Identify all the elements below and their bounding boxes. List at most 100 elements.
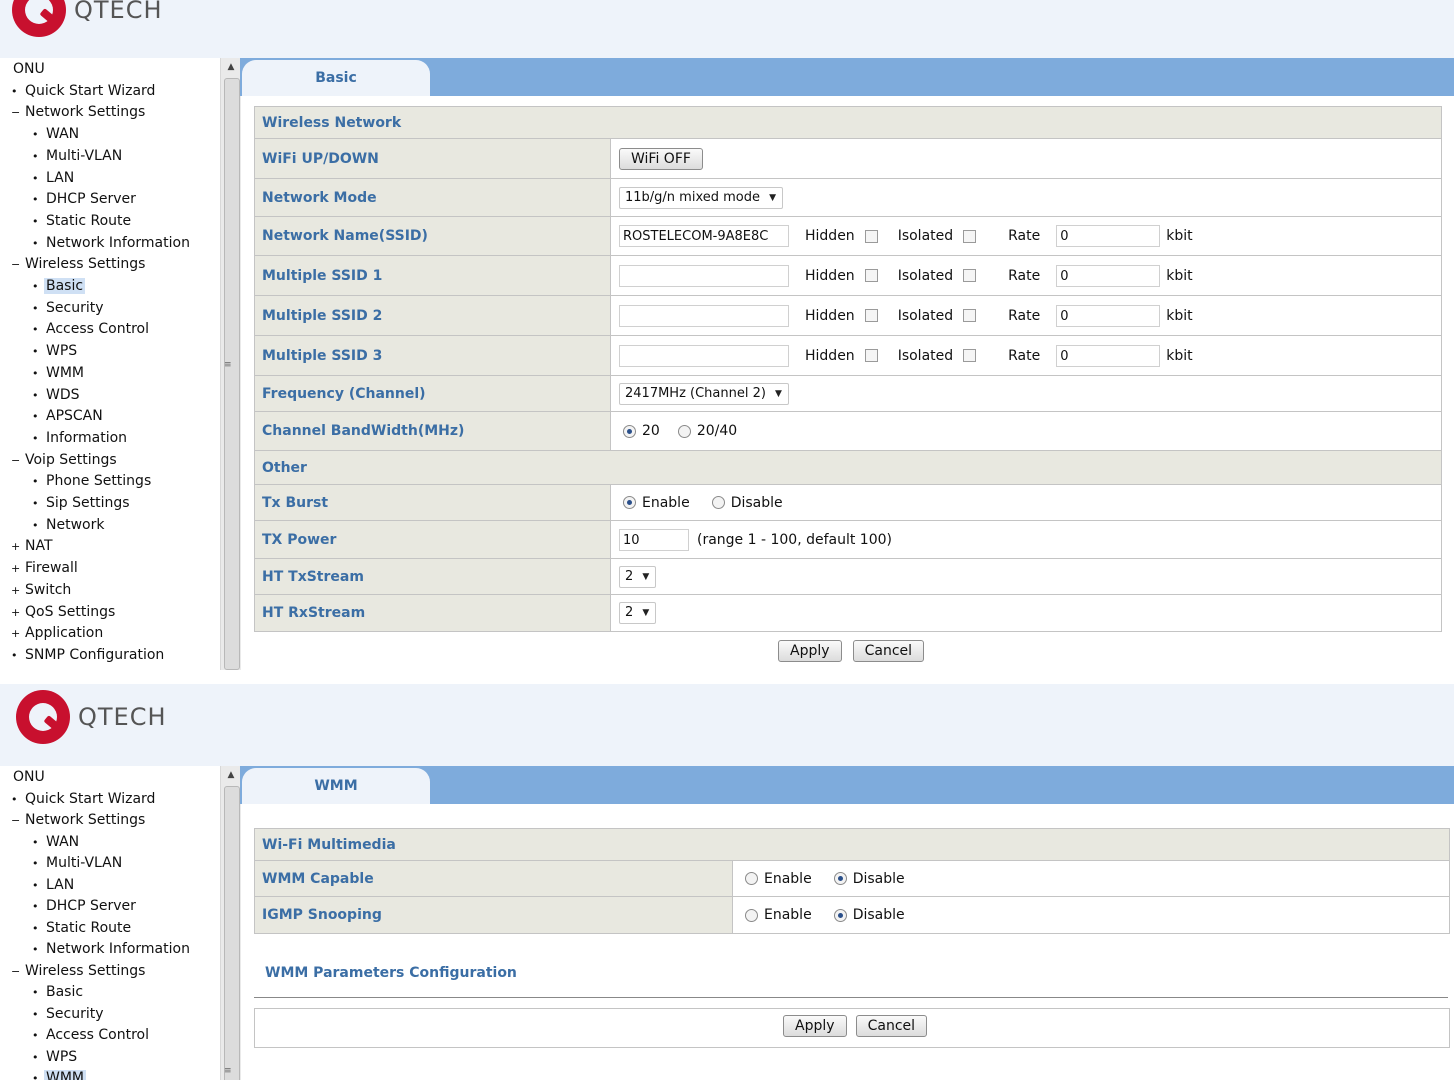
bandwidth-20-option[interactable]: 20 bbox=[623, 423, 660, 439]
sidebar-item-onu[interactable]: ONU bbox=[11, 767, 47, 787]
sidebar-item-security[interactable]: • Security bbox=[32, 1004, 106, 1025]
scrollbar-thumb[interactable] bbox=[224, 78, 240, 670]
sidebar-item-access-control[interactable]: • Access Control bbox=[32, 319, 151, 340]
sidebar-item-lan[interactable]: • LAN bbox=[32, 875, 76, 896]
tree-bullet-icon: • bbox=[32, 835, 39, 849]
hidden-checkbox[interactable] bbox=[864, 349, 878, 362]
sidebar-item-dhcp-server[interactable]: • DHCP Server bbox=[32, 189, 138, 210]
tab-basic[interactable]: Basic bbox=[242, 60, 430, 96]
sidebar-scrollbar[interactable]: ▲ ≡ bbox=[220, 766, 241, 1080]
sidebar-item-security[interactable]: • Security bbox=[32, 298, 106, 319]
sidebar-item-wmm[interactable]: • WMM bbox=[32, 363, 86, 384]
sidebar-item-wireless-settings[interactable]: − Wireless Settings bbox=[11, 961, 147, 982]
sidebar-item-voip-settings[interactable]: − Voip Settings bbox=[11, 450, 119, 471]
sidebar-item-snmp-configuration[interactable]: • SNMP Configuration bbox=[11, 645, 166, 666]
igmp-enable-option[interactable]: Enable bbox=[745, 907, 812, 923]
scroll-up-arrow-icon[interactable]: ▲ bbox=[221, 766, 241, 784]
sidebar-item-firewall[interactable]: + Firewall bbox=[11, 558, 80, 579]
isolated-checkbox[interactable] bbox=[963, 229, 977, 243]
radio-icon[interactable] bbox=[745, 872, 758, 885]
sidebar-item-network-settings[interactable]: − Network Settings bbox=[11, 102, 147, 123]
sidebar-item-multi-vlan[interactable]: • Multi-VLAN bbox=[32, 853, 124, 874]
sidebar-item-network-information[interactable]: • Network Information bbox=[32, 233, 192, 254]
scrollbar-thumb[interactable] bbox=[224, 786, 240, 1080]
tx-burst-disable-option[interactable]: Disable bbox=[711, 495, 783, 511]
sidebar-item-wmm[interactable]: • WMM bbox=[32, 1068, 87, 1080]
sidebar-item-wan[interactable]: • WAN bbox=[32, 832, 81, 853]
sidebar-item-static-route[interactable]: • Static Route bbox=[32, 918, 133, 939]
tree-bullet-icon: • bbox=[32, 193, 39, 207]
isolated-checkbox[interactable] bbox=[963, 349, 977, 362]
radio-selected-icon[interactable] bbox=[623, 424, 636, 438]
rate-input[interactable]: 0 bbox=[1056, 264, 1161, 287]
hidden-checkbox[interactable] bbox=[864, 229, 878, 243]
sidebar-item-network-information[interactable]: • Network Information bbox=[32, 939, 192, 960]
sidebar-item-wds[interactable]: • WDS bbox=[32, 385, 82, 406]
rate-input[interactable]: 0 bbox=[1056, 304, 1161, 327]
enable-label: Enable bbox=[764, 870, 812, 887]
sidebar-item-wps[interactable]: • WPS bbox=[32, 341, 79, 362]
hidden-checkbox[interactable] bbox=[864, 269, 878, 282]
radio-selected-icon[interactable] bbox=[623, 496, 636, 509]
sidebar-item-information[interactable]: • Information bbox=[32, 428, 129, 449]
ssid-input[interactable]: ROSTELECOM-9A8E8C bbox=[619, 225, 789, 247]
sidebar-item-wps[interactable]: • WPS bbox=[32, 1047, 79, 1068]
wmm-enable-option[interactable]: Enable bbox=[745, 871, 812, 887]
ssid-input[interactable] bbox=[619, 264, 789, 287]
cancel-button[interactable]: Cancel bbox=[855, 1015, 928, 1037]
isolated-checkbox[interactable] bbox=[963, 269, 977, 282]
sidebar-item-onu[interactable]: ONU bbox=[11, 59, 47, 79]
igmp-disable-option[interactable]: Disable bbox=[833, 907, 905, 923]
sidebar-item-basic[interactable]: • Basic bbox=[32, 276, 86, 297]
tab-wmm[interactable]: WMM bbox=[242, 768, 430, 804]
igmp-snooping-label: IGMP Snooping bbox=[255, 897, 733, 933]
sidebar-item-quick-start-wizard[interactable]: • Quick Start Wizard bbox=[11, 81, 157, 102]
network-mode-select[interactable]: 11b/g/n mixed mode ▼ bbox=[619, 186, 783, 209]
wmm-disable-option[interactable]: Disable bbox=[833, 871, 905, 887]
sidebar-item-switch[interactable]: + Switch bbox=[11, 580, 73, 601]
apply-button[interactable]: Apply bbox=[778, 640, 842, 662]
sidebar-scrollbar[interactable]: ▲ ≡ bbox=[220, 58, 241, 670]
sidebar-item-network[interactable]: • Network bbox=[32, 515, 106, 536]
apply-button[interactable]: Apply bbox=[783, 1015, 847, 1037]
sidebar-item-lan[interactable]: • LAN bbox=[32, 168, 76, 189]
tx-power-input[interactable]: 10 bbox=[619, 528, 689, 551]
rate-input[interactable]: 0 bbox=[1056, 344, 1161, 367]
cancel-button[interactable]: Cancel bbox=[852, 640, 925, 662]
radio-icon[interactable] bbox=[677, 424, 691, 438]
wifi-off-button[interactable]: WiFi OFF bbox=[619, 147, 703, 170]
radio-selected-icon[interactable] bbox=[833, 872, 847, 885]
sidebar-item-nat[interactable]: + NAT bbox=[11, 536, 55, 557]
sidebar-item-wan[interactable]: • WAN bbox=[32, 124, 81, 145]
scroll-up-arrow-icon[interactable]: ▲ bbox=[221, 58, 241, 76]
radio-selected-icon[interactable] bbox=[833, 908, 847, 922]
sidebar-item-qos-settings[interactable]: + QoS Settings bbox=[11, 602, 117, 623]
tree-bullet-icon: • bbox=[32, 323, 39, 337]
sidebar-item-network-settings[interactable]: − Network Settings bbox=[11, 810, 147, 831]
sidebar-item-wireless-settings[interactable]: − Wireless Settings bbox=[11, 254, 147, 275]
frequency-select[interactable]: 2417MHz (Channel 2) ▼ bbox=[619, 382, 789, 405]
radio-icon[interactable] bbox=[711, 496, 725, 509]
sidebar-item-application[interactable]: + Application bbox=[11, 623, 105, 644]
tx-burst-enable-option[interactable]: Enable bbox=[623, 495, 690, 511]
sidebar-item-basic[interactable]: • Basic bbox=[32, 982, 85, 1003]
bandwidth-2040-option[interactable]: 20/40 bbox=[677, 423, 738, 439]
ht-txstream-select[interactable]: 2 ▼ bbox=[619, 565, 657, 588]
bandwidth-2040-label: 20/40 bbox=[696, 423, 738, 439]
hidden-checkbox[interactable] bbox=[864, 309, 878, 322]
rate-input[interactable]: 0 bbox=[1056, 225, 1161, 247]
ht-rxstream-select[interactable]: 2 ▼ bbox=[619, 602, 657, 624]
ssid-input[interactable] bbox=[619, 304, 789, 327]
sidebar-item-access-control[interactable]: • Access Control bbox=[32, 1025, 151, 1046]
ssid-input[interactable] bbox=[619, 344, 789, 367]
sidebar-item-apscan[interactable]: • APSCAN bbox=[32, 406, 105, 427]
sidebar-item-phone-settings[interactable]: • Phone Settings bbox=[32, 471, 153, 492]
sidebar-item-static-route[interactable]: • Static Route bbox=[32, 211, 133, 232]
sidebar-item-quick-start-wizard[interactable]: • Quick Start Wizard bbox=[11, 789, 157, 810]
sidebar-item-label: Network bbox=[46, 516, 105, 533]
sidebar-item-sip-settings[interactable]: • Sip Settings bbox=[32, 493, 132, 514]
isolated-checkbox[interactable] bbox=[963, 309, 977, 322]
sidebar-item-dhcp-server[interactable]: • DHCP Server bbox=[32, 896, 138, 917]
sidebar-item-multi-vlan[interactable]: • Multi-VLAN bbox=[32, 146, 124, 167]
radio-icon[interactable] bbox=[745, 908, 758, 922]
